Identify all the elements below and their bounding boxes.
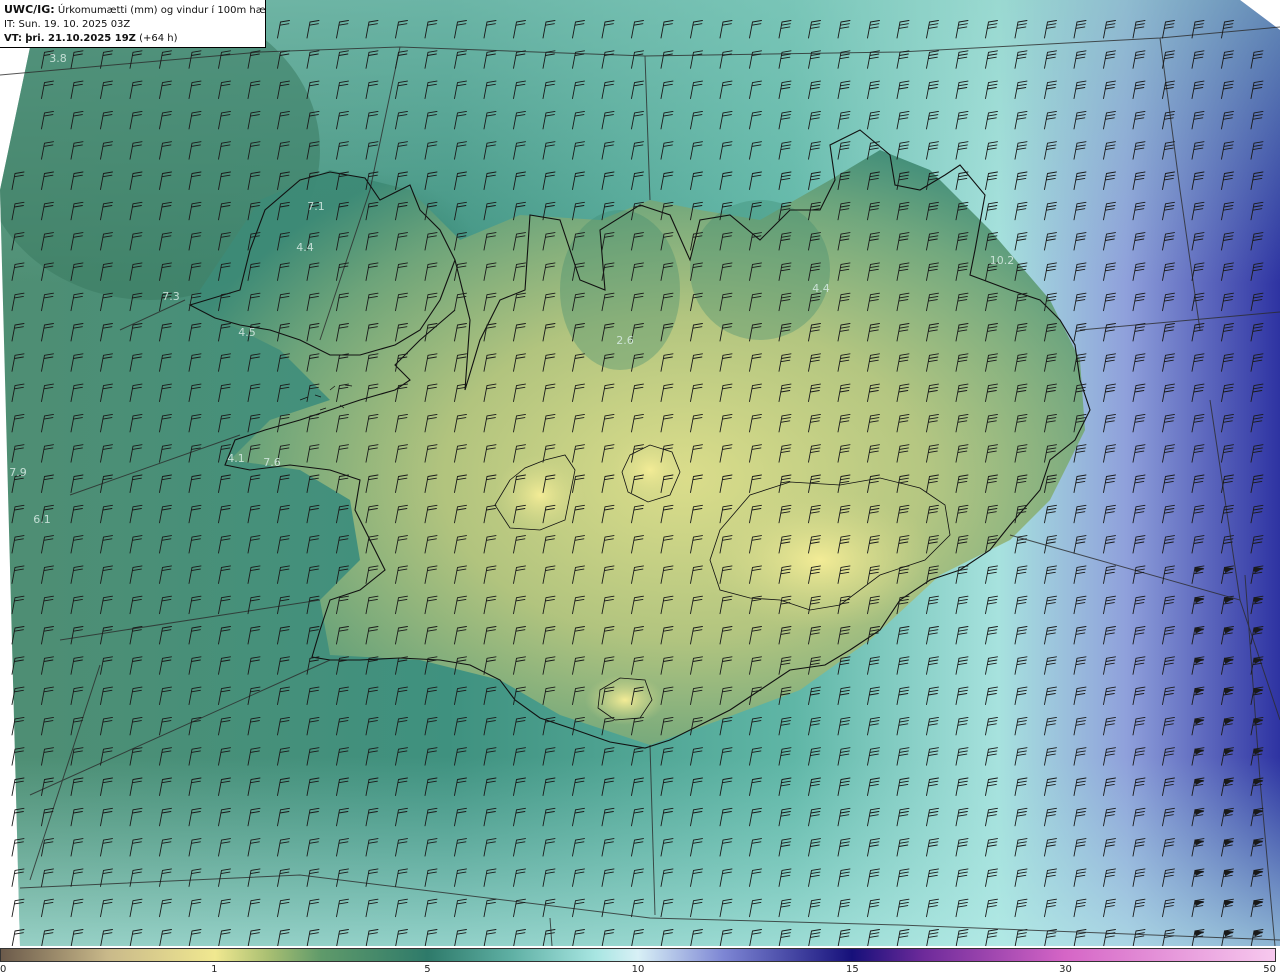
colorbar-tick: 50	[1263, 964, 1276, 975]
init-time-line: IT: Sun. 19. 10. 2025 03Z	[4, 18, 261, 32]
station-value-label: 10.2	[990, 254, 1015, 267]
valid-time-value: þri. 21.10.2025 19Z	[25, 33, 136, 44]
precipitation-wind-map[interactable]: 3.8 7.1 4.4 7.3 4.5 4.1 7.6 7.9 6.1 2.6 4.4 10.2	[0, 0, 1280, 946]
colorbar-tick: 0	[0, 964, 7, 975]
model-name: UWC/IG:	[4, 3, 55, 16]
langjokull-field	[495, 455, 585, 535]
station-value-label: 7.6	[263, 456, 281, 469]
station-value-label: 4.5	[238, 326, 256, 339]
station-value-label: 4.4	[296, 241, 314, 254]
colorbar	[0, 948, 1276, 962]
init-time-label: IT:	[4, 19, 16, 30]
station-value-label: 7.9	[9, 466, 27, 479]
station-value-label: 7.1	[307, 200, 325, 213]
valid-time-lead: (+64 h)	[139, 33, 178, 44]
colorbar-tick: 30	[1059, 964, 1072, 975]
northeast-field	[690, 200, 830, 340]
colorbar-legend: 0 1 5 10 15 30 50	[0, 946, 1280, 978]
valid-time-label: VT:	[4, 33, 23, 44]
valid-time-line: VT: þri. 21.10.2025 19Z (+64 h)	[4, 32, 261, 46]
init-time-value: Sun. 19. 10. 2025 03Z	[18, 19, 131, 30]
info-box: UWC/IG: Úrkomumætti (mm) og vindur í 100…	[0, 0, 266, 48]
hofsjokull-field	[610, 435, 690, 505]
colorbar-tick: 5	[424, 964, 431, 975]
title-line: UWC/IG: Úrkomumætti (mm) og vindur í 100…	[4, 3, 265, 18]
station-value-label: 6.1	[33, 513, 51, 526]
map-title: Úrkomumætti (mm) og vindur í 100m hæð	[57, 5, 266, 16]
colorbar-tick: 10	[631, 964, 645, 975]
station-value-label: 4.1	[227, 452, 245, 465]
myrdalsjokull-field	[585, 675, 665, 725]
station-value-label: 3.8	[49, 52, 67, 65]
station-value-label: 7.3	[162, 290, 180, 303]
station-value-label: 4.4	[812, 282, 830, 295]
map-stage: 3.8 7.1 4.4 7.3 4.5 4.1 7.6 7.9 6.1 2.6 4.4 10.2 UW…	[0, 0, 1280, 978]
station-value-label: 2.6	[616, 334, 634, 347]
colorbar-tick: 15	[845, 964, 859, 975]
colorbar-tick: 1	[211, 964, 218, 975]
